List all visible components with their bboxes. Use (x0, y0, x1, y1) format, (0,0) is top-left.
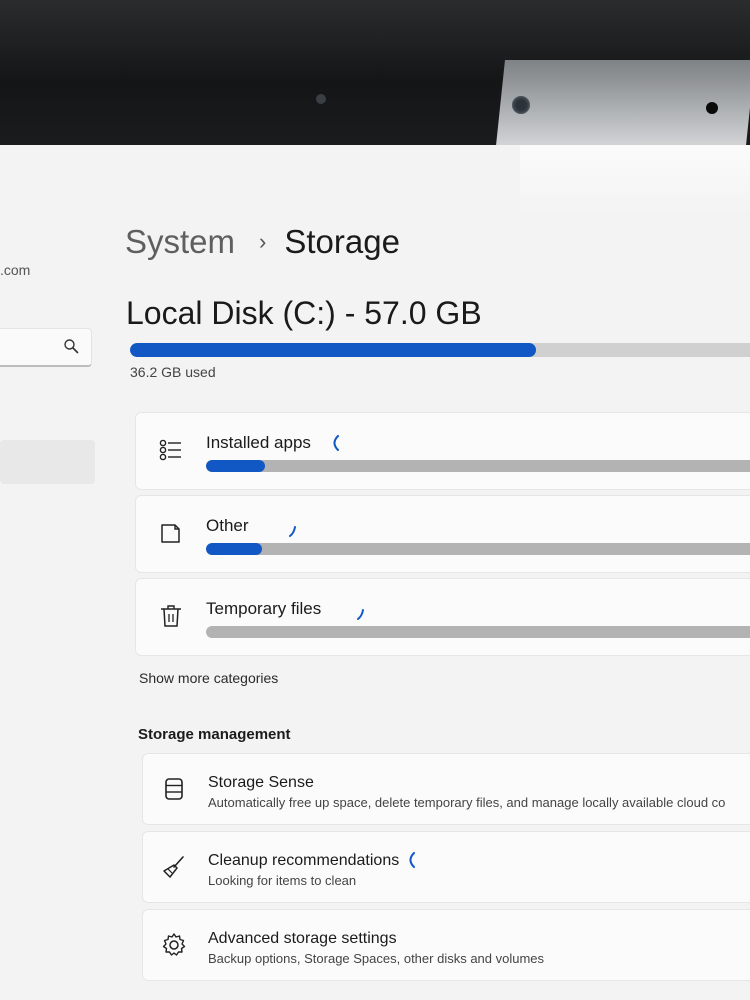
show-more-categories-link[interactable]: Show more categories (139, 670, 278, 686)
cleanup-recommendations-card[interactable]: Cleanup recommendations Looking for item… (142, 831, 750, 903)
loading-spinner-icon (333, 435, 339, 451)
monitor-bezel (0, 0, 750, 155)
category-usage-bar (206, 543, 750, 555)
category-usage-bar (206, 626, 750, 638)
category-temporary-files[interactable]: Temporary files (135, 578, 750, 656)
breadcrumb-system[interactable]: System (125, 223, 235, 261)
webcam-lens (512, 96, 530, 114)
other-file-icon (161, 524, 180, 543)
storage-management-heading: Storage management (138, 726, 291, 743)
category-label: Temporary files (206, 599, 322, 618)
loading-spinner-icon (289, 526, 296, 537)
storage-sense-description: Automatically free up space, delete temp… (208, 795, 726, 810)
storage-sense-card[interactable]: Storage Sense Automatically free up spac… (142, 753, 750, 825)
gear-icon (162, 933, 186, 956)
category-other[interactable]: Other (135, 495, 750, 573)
category-label: Installed apps (206, 433, 311, 452)
camera-indicator (706, 102, 718, 114)
trash-icon (161, 605, 181, 627)
disk-used-text: 36.2 GB used (130, 364, 216, 380)
advanced-storage-settings-card[interactable]: Advanced storage settings Backup options… (142, 909, 750, 981)
breadcrumb: System › Storage (125, 223, 400, 261)
storage-sense-title: Storage Sense (208, 774, 314, 791)
cleanup-recommendations-description: Looking for items to clean (208, 873, 357, 888)
disk-usage-fill (130, 343, 537, 357)
loading-spinner-icon (357, 609, 364, 620)
storage-sense-icon (165, 778, 183, 800)
category-usage-bar (206, 460, 750, 472)
disk-usage-bar (130, 343, 750, 357)
account-email: .com (0, 262, 31, 278)
broom-icon (163, 856, 184, 878)
loading-spinner-icon (409, 852, 415, 868)
cleanup-recommendations-title: Cleanup recommendations (208, 852, 400, 869)
search-icon[interactable] (63, 338, 79, 354)
settings-window: .com System › Storage Local Disk (C:) - … (0, 145, 750, 1000)
sensor-dot (316, 94, 326, 104)
advanced-storage-settings-description: Backup options, Storage Spaces, other di… (208, 951, 545, 966)
advanced-storage-settings-title: Advanced storage settings (208, 930, 397, 947)
settings-search-input[interactable] (0, 328, 92, 367)
disk-title: Local Disk (C:) - 57.0 GB (126, 295, 482, 331)
category-usage-fill (206, 543, 262, 555)
apps-list-icon (159, 439, 181, 461)
category-usage-fill (206, 460, 265, 472)
category-label: Other (206, 516, 249, 535)
breadcrumb-separator: › (259, 229, 267, 254)
category-installed-apps[interactable]: Installed apps (135, 412, 750, 490)
page-title: Storage (284, 223, 400, 260)
sidebar-item-system[interactable] (0, 440, 95, 484)
